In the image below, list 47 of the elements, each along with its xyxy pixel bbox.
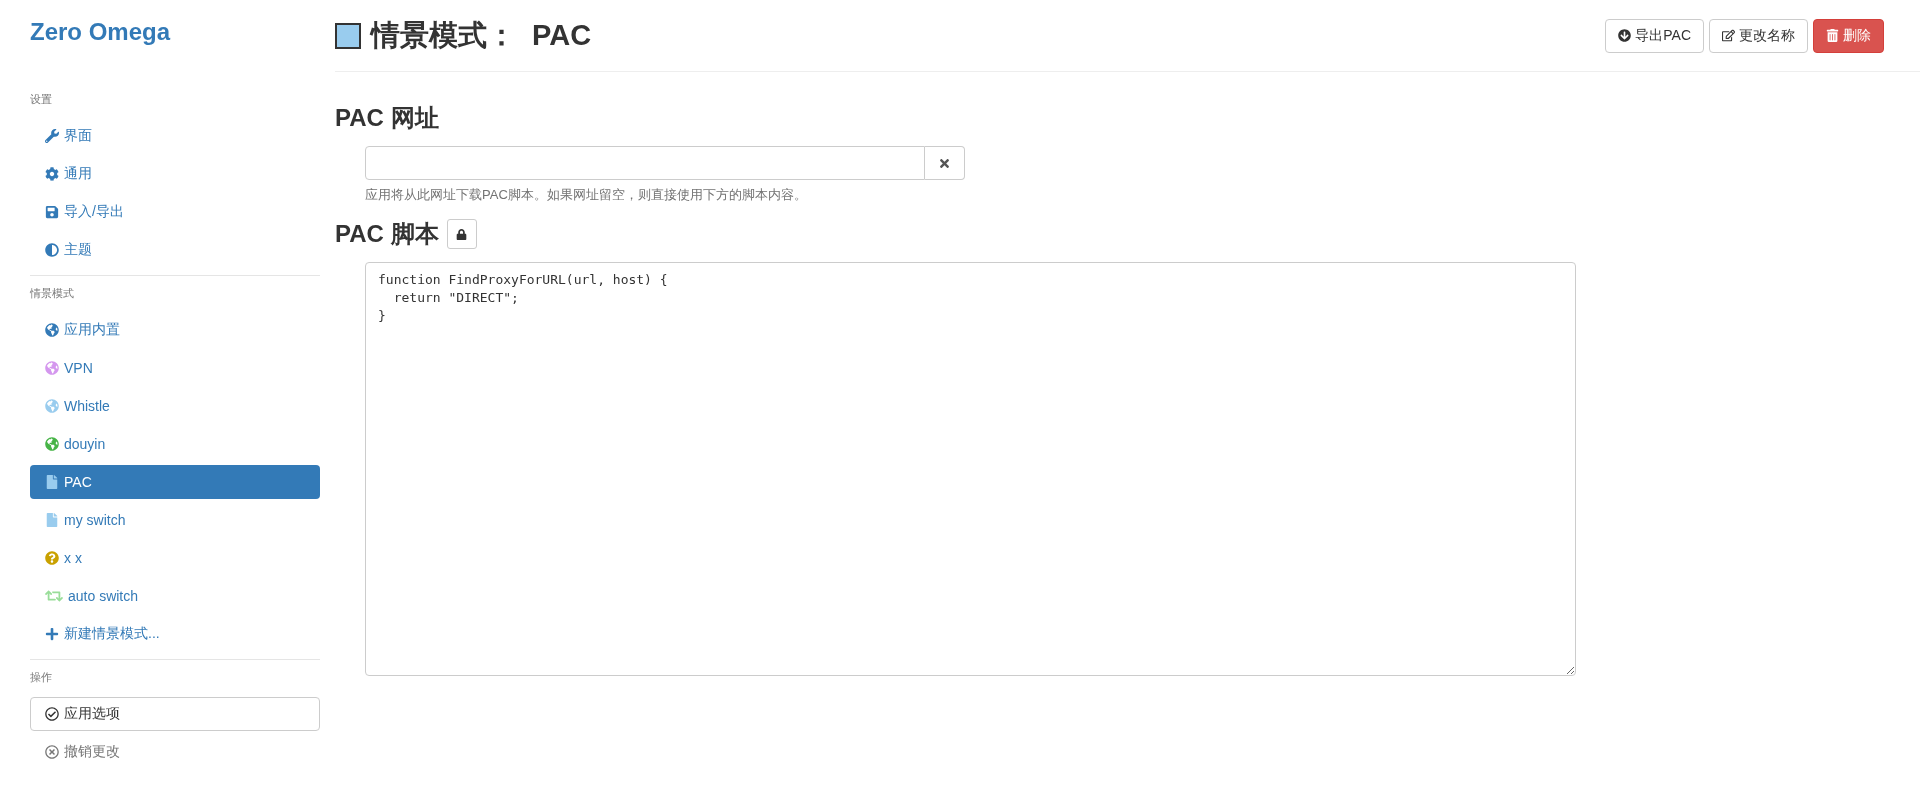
- edit-icon: [1722, 29, 1735, 42]
- import-export-icon: [45, 205, 59, 219]
- sidebar-item[interactable]: 应用内置: [30, 313, 320, 347]
- gear-icon: [45, 167, 59, 181]
- sidebar-item[interactable]: 撤销更改: [30, 735, 320, 769]
- script-editor[interactable]: function FindProxyForURL(url, host) { return "DIRECT"; }: [365, 262, 1576, 676]
- sidebar-item[interactable]: 通用: [30, 157, 320, 191]
- contrast-icon: [45, 243, 59, 257]
- brand-logo[interactable]: Zero Omega: [30, 18, 320, 46]
- sidebar-item[interactable]: 主题: [30, 233, 320, 267]
- section-title: 设置: [30, 92, 53, 107]
- trash-icon: [1826, 29, 1839, 42]
- sidebar-item[interactable]: VPN: [30, 351, 320, 385]
- section-title: 情景模式: [30, 286, 75, 301]
- sidebar-item[interactable]: douyin: [30, 427, 320, 461]
- plus-icon: [45, 627, 59, 641]
- file-icon: [45, 513, 59, 527]
- lock-button[interactable]: [446, 219, 477, 249]
- sidebar-item[interactable]: 界面: [30, 119, 320, 153]
- globe-icon: [45, 323, 59, 337]
- rename-button[interactable]: 更改名称: [1709, 18, 1808, 53]
- section-heading: PAC 网址: [335, 103, 439, 133]
- wrench-icon: [45, 129, 59, 143]
- sidebar-item[interactable]: 导入/导出: [30, 195, 320, 229]
- sidebar-item[interactable]: Whistle: [30, 389, 320, 423]
- file-icon: [45, 475, 59, 489]
- page-title: 情景模式： PAC: [371, 17, 592, 53]
- lock-icon: [456, 228, 468, 240]
- globe-icon: [45, 361, 59, 375]
- download-icon: [1618, 29, 1632, 42]
- sidebar-item[interactable]: PAC: [30, 465, 320, 499]
- apply-button[interactable]: 应用选项: [30, 697, 320, 731]
- section-heading: PAC 脚本: [335, 219, 439, 249]
- sidebar-item[interactable]: auto switch: [30, 579, 320, 613]
- clear-button[interactable]: [925, 146, 965, 180]
- delete-button[interactable]: 删除: [1813, 18, 1884, 53]
- sidebar-item[interactable]: my switch: [30, 503, 320, 537]
- globe-icon: [45, 399, 59, 413]
- sidebar-item[interactable]: x x: [30, 541, 320, 575]
- close-icon: [938, 156, 951, 170]
- help-text: 应用将从此网址下载PAC脚本。如果网址留空，则直接使用下方的脚本内容。: [365, 186, 808, 204]
- globe-icon: [45, 437, 59, 451]
- question-icon: [45, 551, 59, 565]
- export-button[interactable]: 导出PAC: [1605, 18, 1704, 53]
- section-title: 操作: [30, 670, 53, 685]
- url-input-field[interactable]: [365, 146, 925, 180]
- sidebar-item[interactable]: 新建情景模式...: [30, 617, 320, 651]
